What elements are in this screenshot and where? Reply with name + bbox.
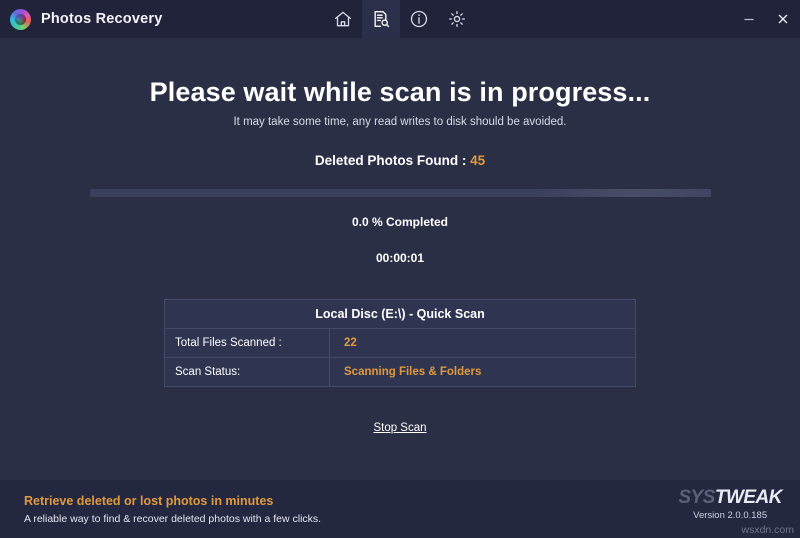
deleted-photos-found: Deleted Photos Found : 45	[0, 153, 800, 168]
info-circle-icon	[409, 9, 429, 29]
brand-block: SYSTWEAK Version 2.0.0.185	[678, 488, 782, 521]
table-header-row: Local Disc (E:\) - Quick Scan	[164, 299, 636, 329]
total-files-scanned-label: Total Files Scanned :	[164, 328, 330, 358]
close-icon	[776, 12, 790, 26]
stop-scan-link[interactable]: Stop Scan	[373, 422, 426, 434]
toolbar-button-settings[interactable]	[438, 0, 476, 38]
brand-tweak: TWEAK	[714, 487, 783, 508]
main-content: Please wait while scan is in progress...…	[0, 38, 800, 480]
deleted-photos-found-count: 45	[470, 153, 486, 168]
app-title: Photos Recovery	[41, 11, 163, 27]
app-logo	[9, 8, 31, 30]
brand-sys: SYS	[678, 487, 715, 508]
document-search-icon	[371, 9, 391, 29]
scan-status-value: Scanning Files & Folders	[329, 357, 636, 387]
toolbar-button-home[interactable]	[324, 0, 362, 38]
scan-summary-table: Local Disc (E:\) - Quick Scan Total File…	[164, 299, 636, 387]
minimize-button[interactable]	[732, 0, 766, 38]
footer-tagline: Retrieve deleted or lost photos in minut…	[24, 493, 274, 508]
stop-scan-container: Stop Scan	[0, 418, 800, 436]
close-button[interactable]	[766, 0, 800, 38]
title-bar: Photos Recovery	[0, 0, 800, 38]
app-version: Version 2.0.0.185	[693, 510, 768, 521]
toolbar	[324, 0, 476, 38]
page-title: Please wait while scan is in progress...	[149, 77, 651, 107]
toolbar-button-scan[interactable]	[362, 0, 400, 38]
gear-icon	[447, 9, 467, 29]
toolbar-button-info[interactable]	[400, 0, 438, 38]
systweak-logo: SYSTWEAK	[678, 488, 782, 507]
table-row: Total Files Scanned : 22	[164, 328, 636, 358]
photos-recovery-window: Photos Recovery Please wait while scan i…	[0, 0, 800, 538]
photos-recovery-logo-icon	[9, 8, 31, 30]
footer-subtitle: A reliable way to find & recover deleted…	[24, 512, 322, 525]
total-files-scanned-value: 22	[329, 328, 636, 358]
scan-progress-bar	[89, 189, 711, 197]
scan-progress-sheen	[530, 189, 711, 197]
scan-status-label: Scan Status:	[164, 357, 330, 387]
page-subtitle: It may take some time, any read writes t…	[233, 116, 567, 128]
home-icon	[333, 9, 353, 29]
deleted-photos-found-label: Deleted Photos Found :	[314, 153, 471, 168]
elapsed-timer: 00:00:01	[375, 251, 425, 265]
footer-text-block: Retrieve deleted or lost photos in minut…	[24, 494, 321, 525]
watermark: wsxdn.com	[741, 524, 794, 536]
footer-bar: Retrieve deleted or lost photos in minut…	[0, 480, 800, 538]
table-row: Scan Status: Scanning Files & Folders	[164, 357, 636, 387]
progress-percent-text: 0.0 % Completed	[351, 215, 449, 229]
window-controls	[732, 0, 800, 38]
scan-target-header: Local Disc (E:\) - Quick Scan	[164, 299, 636, 329]
minimize-icon	[742, 12, 756, 26]
